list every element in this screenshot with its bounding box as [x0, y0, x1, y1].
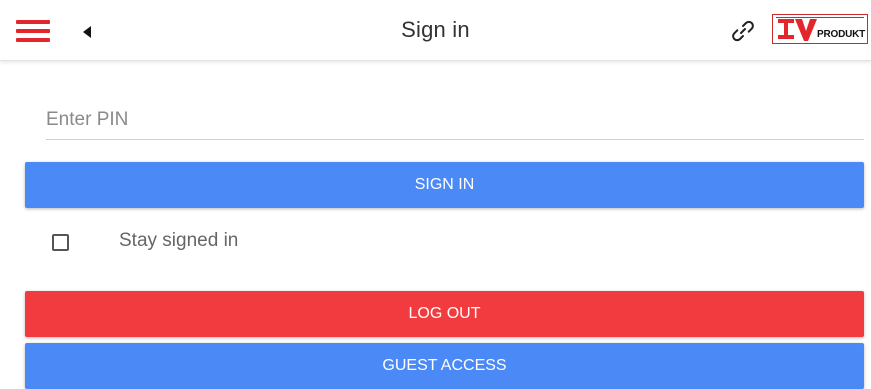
brand-logo: PRODUKT — [772, 14, 868, 44]
stay-signed-in-checkbox[interactable] — [52, 234, 69, 251]
log-out-button[interactable]: LOG OUT — [25, 291, 864, 337]
link-icon[interactable] — [730, 18, 756, 44]
pin-input[interactable] — [46, 100, 864, 140]
guest-access-button-label: GUEST ACCESS — [382, 357, 507, 374]
sign-in-button[interactable]: SIGN IN — [25, 162, 864, 208]
log-out-button-label: LOG OUT — [408, 305, 481, 322]
stay-signed-in-label[interactable]: Stay signed in — [119, 230, 238, 252]
brand-logo-text: PRODUKT — [817, 29, 866, 40]
guest-access-button[interactable]: GUEST ACCESS — [25, 343, 864, 389]
top-app-bar: Sign in PRODUKT — [0, 0, 871, 61]
sign-in-button-label: SIGN IN — [414, 176, 475, 193]
